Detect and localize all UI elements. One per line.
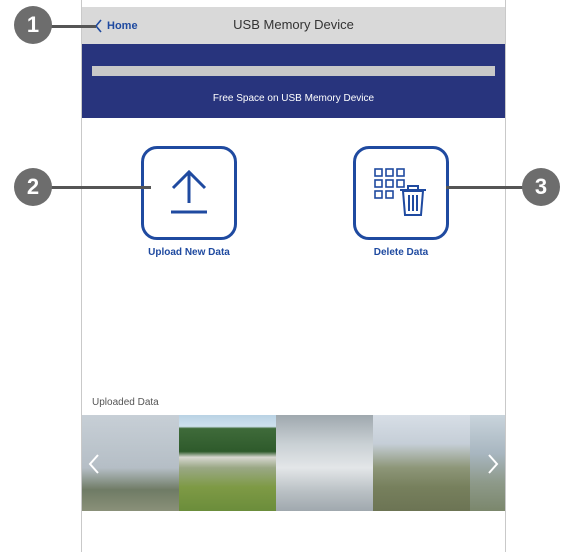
- storage-panel: Free Space on USB Memory Device: [82, 44, 505, 118]
- uploaded-data-carousel: [82, 415, 505, 511]
- callout-1: 1: [14, 6, 52, 44]
- page-title: USB Memory Device: [233, 17, 354, 32]
- uploaded-data-label: Uploaded Data: [92, 397, 159, 408]
- grid-trash-icon: [374, 168, 426, 216]
- upload-new-data-label: Upload New Data: [148, 247, 230, 258]
- free-space-bar: [92, 66, 495, 76]
- callout-3: 3: [522, 168, 560, 206]
- uploaded-thumbnail[interactable]: [373, 415, 470, 511]
- uploaded-thumbnail[interactable]: [276, 415, 373, 511]
- callout-2-line: [50, 186, 151, 189]
- delete-data-label: Delete Data: [373, 247, 429, 258]
- carousel-prev-icon[interactable]: [87, 453, 101, 475]
- usb-memory-screen: Home USB Memory Device Free Space on USB…: [81, 0, 506, 552]
- free-space-label: Free Space on USB Memory Device: [212, 93, 375, 104]
- callout-1-line: [48, 25, 96, 28]
- carousel-next-icon[interactable]: [486, 453, 500, 475]
- delete-data-button[interactable]: [353, 146, 449, 240]
- callout-2: 2: [14, 168, 52, 206]
- upload-arrow-icon: [171, 169, 207, 214]
- uploaded-thumbnail[interactable]: [179, 415, 276, 511]
- top-bar: Home USB Memory Device: [82, 7, 505, 44]
- upload-new-data-button[interactable]: [141, 146, 237, 240]
